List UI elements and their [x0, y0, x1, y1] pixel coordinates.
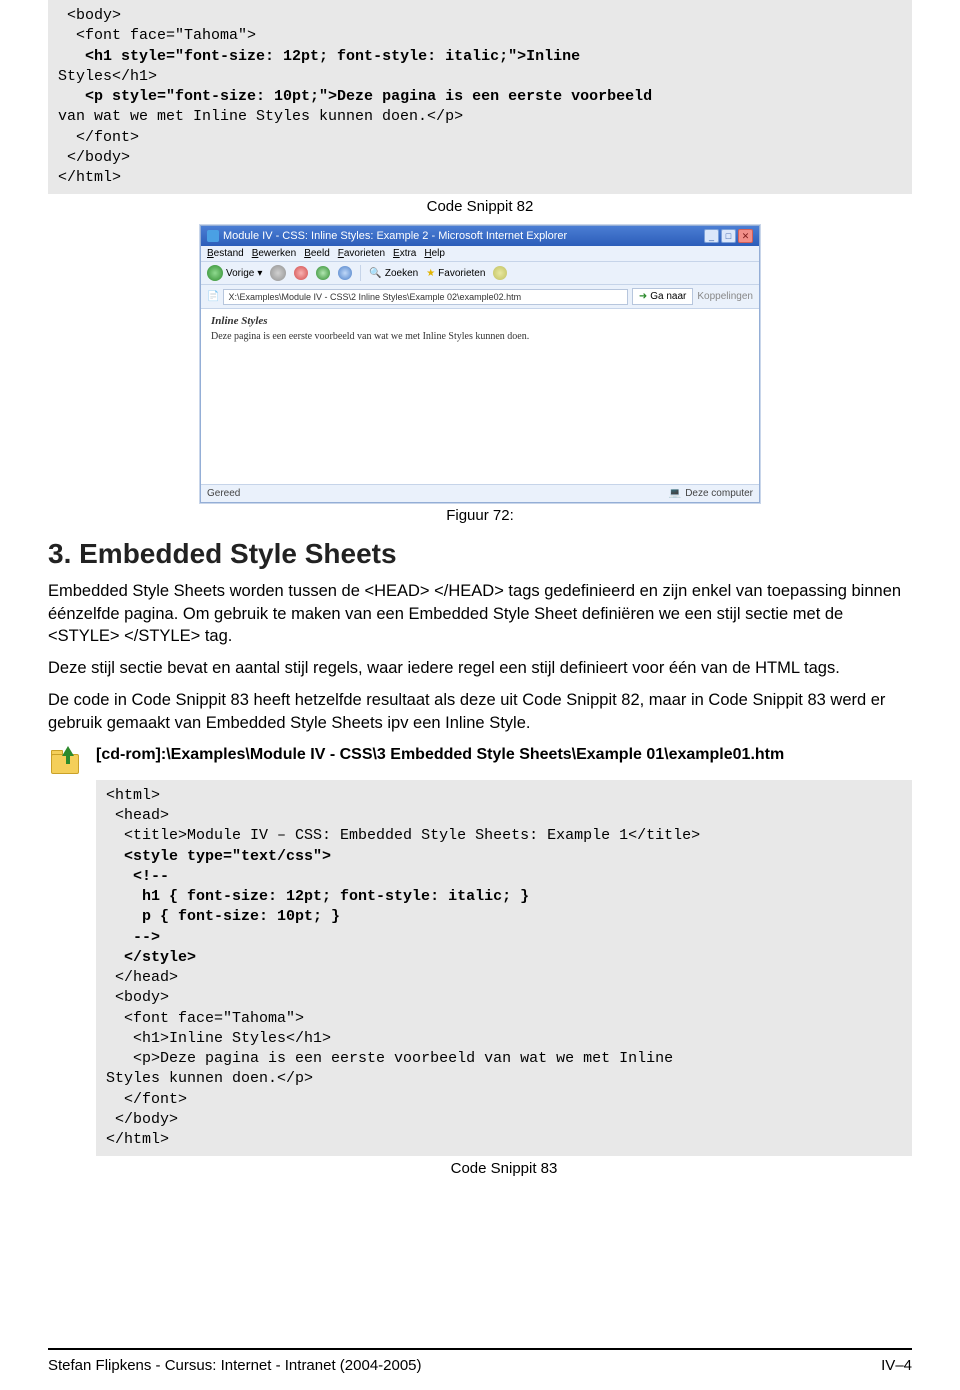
search-button[interactable]: 🔍 Zoeken	[369, 268, 418, 279]
figure-caption: Figuur 72:	[48, 507, 912, 524]
menu-item[interactable]: Help	[424, 248, 445, 259]
example-path: [cd-rom]:\Examples\Module IV - CSS\3 Emb…	[96, 744, 784, 770]
content-heading: Inline Styles	[211, 315, 749, 327]
search-label: Zoeken	[385, 268, 418, 279]
status-right: Deze computer	[685, 488, 753, 499]
folder-shortcut-icon	[48, 744, 84, 780]
code-snippit-83-caption: Code Snippit 83	[96, 1160, 912, 1177]
go-icon: ➜	[639, 291, 647, 302]
maximize-button[interactable]: □	[721, 229, 736, 243]
address-bar-row: 📄 X:\Examples\Module IV - CSS\2 Inline S…	[201, 285, 759, 309]
status-left: Gereed	[207, 488, 240, 499]
history-button[interactable]	[493, 266, 507, 280]
ie-icon	[207, 230, 219, 242]
paragraph-2: Deze stijl sectie bevat en aantal stijl …	[48, 657, 912, 679]
browser-window: Module IV - CSS: Inline Styles: Example …	[200, 225, 760, 503]
footer-left: Stefan Flipkens - Cursus: Internet - Int…	[48, 1357, 422, 1374]
code-snippit-83: <html> <head> <title>Module IV – CSS: Em…	[96, 780, 912, 1157]
go-label: Ga naar	[650, 291, 686, 302]
go-button[interactable]: ➜ Ga naar	[632, 288, 694, 305]
menu-item[interactable]: Bestand	[207, 248, 244, 259]
toolbar: Vorige ▾ 🔍 Zoeken ★ Favorieten	[201, 262, 759, 285]
address-icon: 📄	[207, 291, 219, 302]
menu-item[interactable]: Beeld	[304, 248, 330, 259]
close-button[interactable]: ✕	[738, 229, 753, 243]
code-snippit-82: <body> <font face="Tahoma"> <h1 style="f…	[48, 0, 912, 194]
section-heading: 3. Embedded Style Sheets	[48, 538, 912, 570]
forward-button[interactable]	[270, 265, 286, 281]
back-button[interactable]: Vorige ▾	[207, 265, 262, 281]
computer-icon: 💻	[669, 488, 681, 499]
back-label: Vorige	[226, 268, 254, 279]
content-paragraph: Deze pagina is een eerste voorbeeld van …	[211, 331, 749, 342]
statusbar: Gereed 💻 Deze computer	[201, 484, 759, 502]
back-icon	[207, 265, 223, 281]
links-label: Koppelingen	[697, 291, 753, 302]
browser-content: Inline Styles Deze pagina is een eerste …	[201, 309, 759, 484]
search-icon: 🔍	[369, 268, 381, 279]
paragraph-3: De code in Code Snippit 83 heeft hetzelf…	[48, 689, 912, 734]
footer-rule	[48, 1348, 912, 1350]
favorites-label: Favorieten	[438, 268, 485, 279]
favorites-button[interactable]: ★ Favorieten	[426, 268, 485, 279]
code-snippit-82-caption: Code Snippit 82	[48, 198, 912, 215]
menu-item[interactable]: Extra	[393, 248, 416, 259]
address-input[interactable]: X:\Examples\Module IV - CSS\2 Inline Sty…	[223, 289, 627, 305]
window-titlebar: Module IV - CSS: Inline Styles: Example …	[201, 226, 759, 246]
menubar: Bestand Bewerken Beeld Favorieten Extra Help	[201, 246, 759, 262]
refresh-button[interactable]	[316, 266, 330, 280]
window-title-text: Module IV - CSS: Inline Styles: Example …	[223, 230, 567, 242]
menu-item[interactable]: Bewerken	[252, 248, 296, 259]
star-icon: ★	[426, 268, 435, 279]
paragraph-1: Embedded Style Sheets worden tussen de <…	[48, 580, 912, 647]
stop-button[interactable]	[294, 266, 308, 280]
menu-item[interactable]: Favorieten	[338, 248, 385, 259]
minimize-button[interactable]: _	[704, 229, 719, 243]
home-button[interactable]	[338, 266, 352, 280]
example-block: [cd-rom]:\Examples\Module IV - CSS\3 Emb…	[48, 744, 912, 780]
chevron-down-icon: ▾	[257, 268, 262, 279]
footer-page-number: IV–4	[881, 1357, 912, 1374]
